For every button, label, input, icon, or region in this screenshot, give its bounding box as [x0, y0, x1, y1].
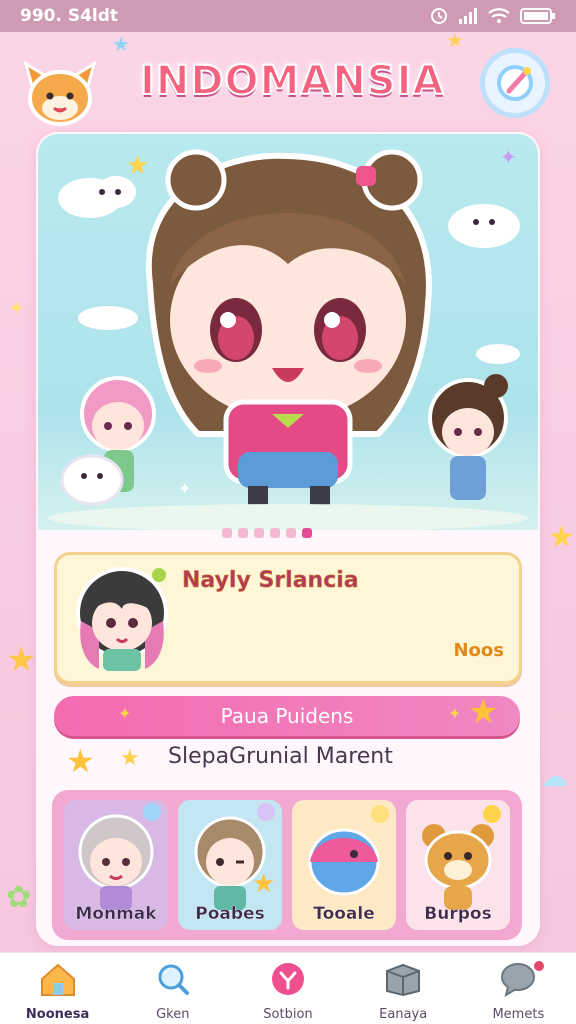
alarm-icon — [431, 8, 447, 24]
carousel-dot[interactable] — [238, 528, 248, 538]
category-tile[interactable]: Tooale — [292, 800, 396, 930]
star-mascot-icon: ★ — [468, 692, 499, 732]
leaf-icon: ✿ — [6, 880, 32, 915]
featured-avatar — [76, 567, 168, 671]
heart-icon — [271, 963, 304, 995]
category-grid: Monmak ★ Poabes Tooale Burpos — [52, 790, 522, 940]
star-icon: ★ — [548, 520, 575, 555]
wifi-icon — [488, 8, 510, 23]
tab-box[interactable]: Eanaya — [353, 961, 453, 1022]
search-icon — [158, 964, 189, 995]
bottom-tab-bar: Noonesa Gken Sotbion Eanaya Memets — [0, 952, 576, 1024]
svg-text:★: ★ — [252, 869, 275, 899]
star-icon: ★ — [446, 28, 464, 52]
section-subtitle: SlepaGrunial Marent — [168, 744, 393, 769]
hero-banner[interactable]: ★ ✦ ✦ — [38, 134, 538, 530]
status-bar: 990. S4ldt — [0, 0, 576, 32]
status-icons — [430, 7, 556, 25]
category-tile[interactable]: Burpos — [406, 800, 510, 930]
star-mascot-icon: ★ — [66, 742, 95, 780]
star-icon: ✦ — [448, 704, 462, 723]
signal-icon — [459, 8, 477, 24]
tab-messages[interactable]: Memets — [468, 959, 568, 1022]
carousel-dot[interactable] — [286, 528, 296, 538]
carousel-dot[interactable] — [222, 528, 232, 538]
carousel-dot[interactable] — [270, 528, 280, 538]
status-time: 990. S4ldt — [20, 6, 119, 26]
category-label: Monmak — [75, 904, 157, 924]
featured-title: Nayly Srlancia — [182, 568, 359, 594]
carousel-dot[interactable] — [254, 528, 264, 538]
tab-label: Memets — [492, 1007, 545, 1022]
carousel-dots[interactable] — [222, 528, 312, 538]
tab-label: Eanaya — [379, 1007, 428, 1022]
tab-label: Noonesa — [25, 1007, 90, 1022]
tab-label: Gken — [156, 1007, 190, 1022]
svg-text:✦: ✦ — [500, 145, 517, 169]
box-icon — [386, 963, 421, 997]
svg-text:★: ★ — [126, 151, 149, 181]
battery-icon — [520, 8, 555, 24]
character-illustration: ★ — [194, 803, 275, 910]
app-header: INDOMANSIA — [0, 40, 576, 130]
tab-search[interactable]: Gken — [123, 961, 223, 1022]
bear-illustration — [422, 805, 501, 910]
character-illustration — [78, 803, 161, 910]
fox-mascot-icon[interactable] — [22, 58, 98, 128]
featured-more-link[interactable]: Noos — [453, 640, 504, 661]
cloud-icon: ☁ — [540, 760, 568, 793]
candy-illustration — [308, 805, 389, 896]
category-tile[interactable]: ★ Poabes — [178, 800, 282, 930]
svg-text:✦: ✦ — [178, 479, 191, 498]
carousel-dot-active[interactable] — [302, 528, 312, 538]
home-icon — [40, 963, 75, 996]
star-icon: ★ — [112, 32, 130, 56]
tab-home[interactable]: Noonesa — [8, 961, 108, 1022]
category-label: Burpos — [424, 904, 492, 924]
category-label: Poabes — [195, 904, 265, 924]
app-title: INDOMANSIA — [139, 57, 445, 105]
category-label: Tooale — [313, 904, 375, 924]
star-icon: ★ — [6, 640, 37, 680]
category-tile[interactable]: Monmak — [64, 800, 168, 930]
hero-illustration: ★ ✦ ✦ — [48, 145, 528, 530]
notification-badge — [532, 959, 547, 973]
star-icon: ✦ — [8, 296, 25, 320]
tab-label: Sotbion — [263, 1007, 313, 1022]
star-icon: ★ — [120, 746, 140, 771]
star-icon: ✦ — [118, 704, 132, 723]
tab-section[interactable]: Sotbion — [238, 961, 338, 1022]
magic-wand-icon[interactable] — [480, 48, 550, 118]
